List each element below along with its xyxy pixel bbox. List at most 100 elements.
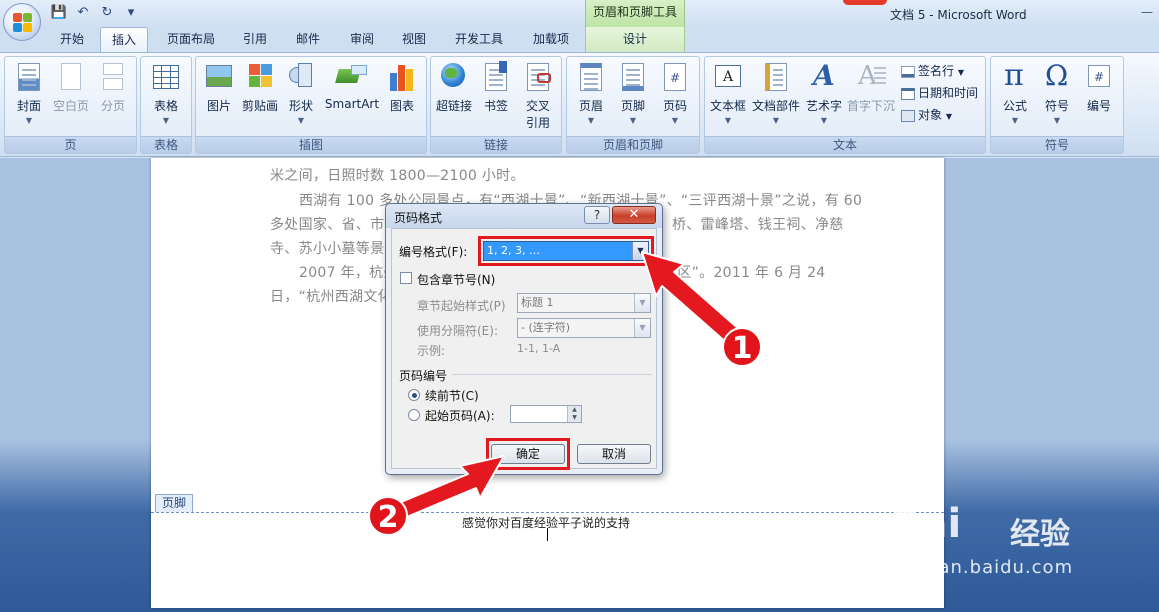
undo-icon[interactable]: ↶: [74, 4, 92, 22]
office-button[interactable]: [3, 3, 41, 41]
spin-down-icon[interactable]: ▼: [567, 414, 581, 422]
start-at-spinner[interactable]: ▲ ▼: [510, 405, 582, 423]
chart-icon: [387, 61, 417, 93]
header-button[interactable]: 页眉 ▼: [573, 61, 609, 125]
table-group-label: 表格: [141, 136, 191, 153]
start-at-radio[interactable]: [408, 409, 420, 421]
context-tool-title: 页眉和页脚工具: [585, 0, 685, 27]
page-number-icon: #: [660, 61, 690, 93]
continue-radio[interactable]: [408, 389, 420, 401]
spin-up-icon[interactable]: ▲: [567, 406, 581, 414]
table-button[interactable]: 表格 ▼: [148, 61, 184, 125]
clipart-button[interactable]: 剪贴画: [240, 61, 280, 114]
page-group-label: 页: [5, 136, 136, 153]
drop-cap-button[interactable]: A 首字下沉: [845, 61, 897, 114]
minimize-icon[interactable]: —: [1139, 4, 1155, 20]
chevron-down-icon: ▼: [297, 116, 305, 125]
pi-icon: π: [1004, 58, 1024, 93]
tab-references[interactable]: 引用: [234, 27, 276, 52]
tab-home[interactable]: 开始: [50, 27, 94, 52]
date-time-button[interactable]: 日期和时间: [901, 84, 978, 101]
links-group-label: 链接: [431, 136, 561, 153]
tab-addins[interactable]: 加载项: [522, 27, 580, 52]
blank-page-button[interactable]: 空白页: [51, 61, 91, 114]
quick-access-toolbar: 💾 ↶ ↻ ▾: [50, 4, 140, 22]
dialog-body: 编号格式(F): 1, 2, 3, … ▼ 包含章节号(N) 章节起始样式(P)…: [391, 228, 657, 470]
symbol-button[interactable]: Ω 符号 ▼: [1039, 59, 1075, 125]
links-group: 超链接 书签 交叉 引用 链接: [430, 56, 562, 154]
table-group: 表格 ▼ 表格: [140, 56, 192, 154]
chevron-down-icon: ▼: [629, 116, 637, 125]
cancel-button[interactable]: 取消: [577, 444, 651, 464]
numbering-icon: #: [1084, 61, 1114, 93]
watermark-cn: 经验: [1010, 517, 1070, 552]
footer-text[interactable]: 感觉你对百度经验平子说的支持: [462, 514, 630, 531]
quick-parts-button[interactable]: 文档部件 ▼: [751, 61, 801, 125]
chapter-style-select[interactable]: 标题 1 ▼: [517, 293, 651, 313]
chevron-down-icon: ▼: [1011, 116, 1019, 125]
close-button[interactable]: ✕: [612, 206, 656, 224]
body-text-line: 日，“杭州西湖文化: [270, 289, 392, 305]
tab-mailings[interactable]: 邮件: [286, 27, 330, 52]
hyperlink-button[interactable]: 超链接: [433, 61, 475, 114]
textbox-button[interactable]: A 文本框 ▼: [708, 61, 748, 125]
body-text-line: 米之间，日照时数 1800—2100 小时。: [270, 168, 525, 184]
chevron-down-icon: ▼: [634, 319, 650, 337]
signature-line-button[interactable]: 签名行 ▼: [901, 62, 964, 79]
shapes-button[interactable]: 形状 ▼: [284, 61, 318, 125]
clipart-icon: [245, 61, 275, 93]
header-footer-group: 页眉 ▼ 页脚 ▼ # 页码 ▼ 页眉和页脚: [566, 56, 700, 154]
redo-icon[interactable]: ↻: [98, 4, 116, 22]
include-chapter-checkbox[interactable]: [400, 272, 412, 284]
tab-insert[interactable]: 插入: [100, 27, 148, 52]
separator-select[interactable]: - (连字符) ▼: [517, 318, 651, 338]
page-group: 封面 ▼ 空白页 分页 页: [4, 56, 137, 154]
dialog-title-bar: 页码格式 ? ✕: [386, 204, 662, 228]
customize-qat-icon[interactable]: ▾: [122, 4, 140, 22]
calendar-icon: [901, 87, 915, 100]
chevron-down-icon: ▼: [671, 116, 679, 125]
chevron-down-icon: ▼: [772, 116, 780, 125]
step-badge-1: 1: [722, 327, 762, 367]
bookmark-button[interactable]: 书签: [479, 61, 513, 114]
omega-icon: Ω: [1045, 59, 1069, 92]
cover-page-button[interactable]: 封面 ▼: [11, 61, 47, 125]
save-icon[interactable]: 💾: [50, 4, 68, 22]
page-number-button[interactable]: # 页码 ▼: [657, 61, 693, 125]
chevron-down-icon: ▼: [820, 116, 828, 125]
tab-page-layout[interactable]: 页面布局: [156, 27, 226, 52]
page-break-icon: [98, 61, 128, 93]
tab-review[interactable]: 审阅: [340, 27, 384, 52]
object-button[interactable]: 对象 ▼: [901, 106, 952, 123]
section-divider: [452, 374, 652, 375]
chevron-down-icon: ▼: [724, 116, 732, 125]
tab-design[interactable]: 设计: [585, 27, 685, 52]
smartart-button[interactable]: SmartArt: [324, 61, 380, 111]
close-window-button[interactable]: [843, 0, 887, 5]
text-cursor: [547, 528, 548, 541]
wordart-button[interactable]: A 艺术字 ▼: [803, 61, 845, 126]
numbering-button[interactable]: # 编号: [1081, 61, 1117, 114]
blank-page-icon: [56, 61, 86, 93]
equation-button[interactable]: π 公式 ▼: [997, 58, 1033, 126]
page-numbering-label: 页码编号: [399, 369, 448, 383]
highlight-box-ok: [486, 438, 570, 470]
chevron-down-icon: ▼: [587, 116, 595, 125]
chart-button[interactable]: 图表: [384, 61, 420, 114]
footer-button[interactable]: 页脚 ▼: [615, 61, 651, 125]
illustrations-group-label: 插图: [196, 136, 426, 153]
tab-view[interactable]: 视图: [392, 27, 436, 52]
help-button[interactable]: ?: [584, 206, 610, 224]
chevron-down-icon: ▼: [1053, 116, 1061, 125]
tab-developer[interactable]: 开发工具: [446, 27, 512, 52]
object-icon: [901, 109, 915, 122]
step-badge-2: 2: [368, 496, 408, 536]
header-footer-group-label: 页眉和页脚: [567, 136, 699, 153]
signature-line-icon: [901, 65, 915, 78]
cross-reference-button[interactable]: 交叉 引用: [519, 61, 557, 131]
ribbon-tabs: 开始 插入 页面布局 引用 邮件 审阅 视图 开发工具 加载项 设计: [0, 27, 1159, 52]
page-break-button[interactable]: 分页: [95, 61, 131, 114]
chevron-down-icon: ▼: [162, 116, 170, 125]
chapter-style-label: 章节起始样式(P): [417, 299, 506, 313]
picture-button[interactable]: 图片: [202, 61, 236, 114]
